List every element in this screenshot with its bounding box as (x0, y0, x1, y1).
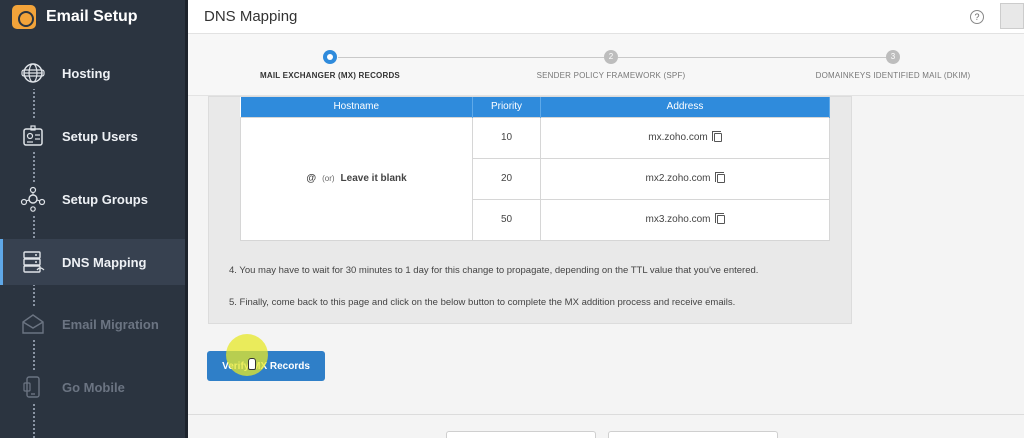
copy-icon[interactable] (711, 130, 722, 142)
mobile-icon (17, 371, 49, 403)
step-indicator (323, 50, 337, 64)
instruction-step-4: 4. You may have to wait for 30 minutes t… (229, 265, 759, 276)
step-mx-records[interactable]: MAIL EXCHANGER (MX) RECORDS (210, 50, 450, 80)
hand-cursor-icon (248, 358, 256, 370)
hostname-cell: @ (or) Leave it blank (240, 116, 473, 241)
priority-cell: 50 (472, 198, 541, 241)
app-title: Email Setup (46, 8, 138, 25)
server-icon (17, 246, 49, 278)
column-header-hostname: Hostname (240, 97, 473, 117)
sidebar-item-dns-mapping[interactable]: DNS Mapping (0, 239, 185, 285)
sidebar-item-label: DNS Mapping (62, 254, 147, 270)
hostname-at: @ (306, 173, 317, 184)
footer-button[interactable] (608, 431, 778, 438)
hostname-or: (or) (322, 174, 335, 183)
instructions-card: Hostname Priority Address @ (or) Leave it … (208, 96, 852, 324)
column-header-priority: Priority (472, 97, 541, 117)
mx-records-table: Hostname Priority Address @ (or) Leave it … (240, 97, 830, 241)
main-content: Hostname Priority Address @ (or) Leave it … (188, 96, 1024, 438)
sidebar-item-label: Go Mobile (62, 379, 125, 395)
page-title: DNS Mapping (204, 8, 298, 25)
step-label: MAIL EXCHANGER (MX) RECORDS (260, 71, 400, 80)
top-header: DNS Mapping ? (188, 0, 1024, 34)
address-cell: mx3.zoho.com (540, 198, 830, 241)
sidebar-item-label: Setup Users (62, 128, 138, 144)
envelope-icon (17, 308, 49, 340)
table-header-row: Hostname Priority Address (240, 97, 830, 117)
avatar[interactable] (1000, 3, 1024, 29)
sidebar-item-hosting[interactable]: Hosting (0, 50, 185, 96)
globe-icon (17, 57, 49, 89)
table-row: @ (or) Leave it blank 10 mx.zoho.com (240, 116, 830, 241)
sidebar: Email Setup Hosting Setup Users Setup Gr… (0, 0, 188, 438)
sidebar-item-go-mobile[interactable]: Go Mobile (0, 364, 185, 410)
sidebar-item-email-migration[interactable]: Email Migration (0, 301, 185, 347)
group-icon (17, 183, 49, 215)
sidebar-item-label: Email Migration (62, 316, 159, 332)
copy-icon[interactable] (714, 171, 725, 183)
address-value: mx.zoho.com (648, 132, 708, 143)
footer-button[interactable] (446, 431, 596, 438)
address-cell: mx2.zoho.com (540, 157, 830, 200)
step-indicator: 3 (886, 50, 900, 64)
step-indicator: 2 (604, 50, 618, 64)
cursor-highlight (226, 334, 268, 376)
priority-cell: 10 (472, 116, 541, 159)
user-card-icon (17, 120, 49, 152)
column-header-address: Address (540, 97, 830, 117)
address-value: mx3.zoho.com (645, 214, 711, 225)
sidebar-item-setup-users[interactable]: Setup Users (0, 113, 185, 159)
address-cell: mx.zoho.com (540, 116, 830, 159)
step-label: DOMAINKEYS IDENTIFIED MAIL (DKIM) (815, 71, 971, 80)
setup-stepper: MAIL EXCHANGER (MX) RECORDS 2 SENDER POL… (188, 34, 1024, 96)
sidebar-item-setup-groups[interactable]: Setup Groups (0, 176, 185, 222)
step-dkim[interactable]: 3 DOMAINKEYS IDENTIFIED MAIL (DKIM) (773, 50, 1013, 80)
footer-divider (188, 414, 1024, 415)
sidebar-item-label: Hosting (62, 65, 111, 81)
hostname-blank: Leave it blank (340, 173, 407, 184)
copy-icon[interactable] (714, 212, 725, 224)
email-setup-logo-icon (12, 5, 36, 29)
brand: Email Setup (0, 0, 188, 34)
instruction-step-5: 5. Finally, come back to this page and c… (229, 297, 736, 308)
address-value: mx2.zoho.com (645, 173, 711, 184)
sidebar-item-label: Setup Groups (62, 191, 148, 207)
priority-cell: 20 (472, 157, 541, 200)
step-label: SENDER POLICY FRAMEWORK (SPF) (536, 71, 686, 80)
help-icon[interactable]: ? (970, 10, 984, 24)
step-spf[interactable]: 2 SENDER POLICY FRAMEWORK (SPF) (491, 50, 731, 80)
